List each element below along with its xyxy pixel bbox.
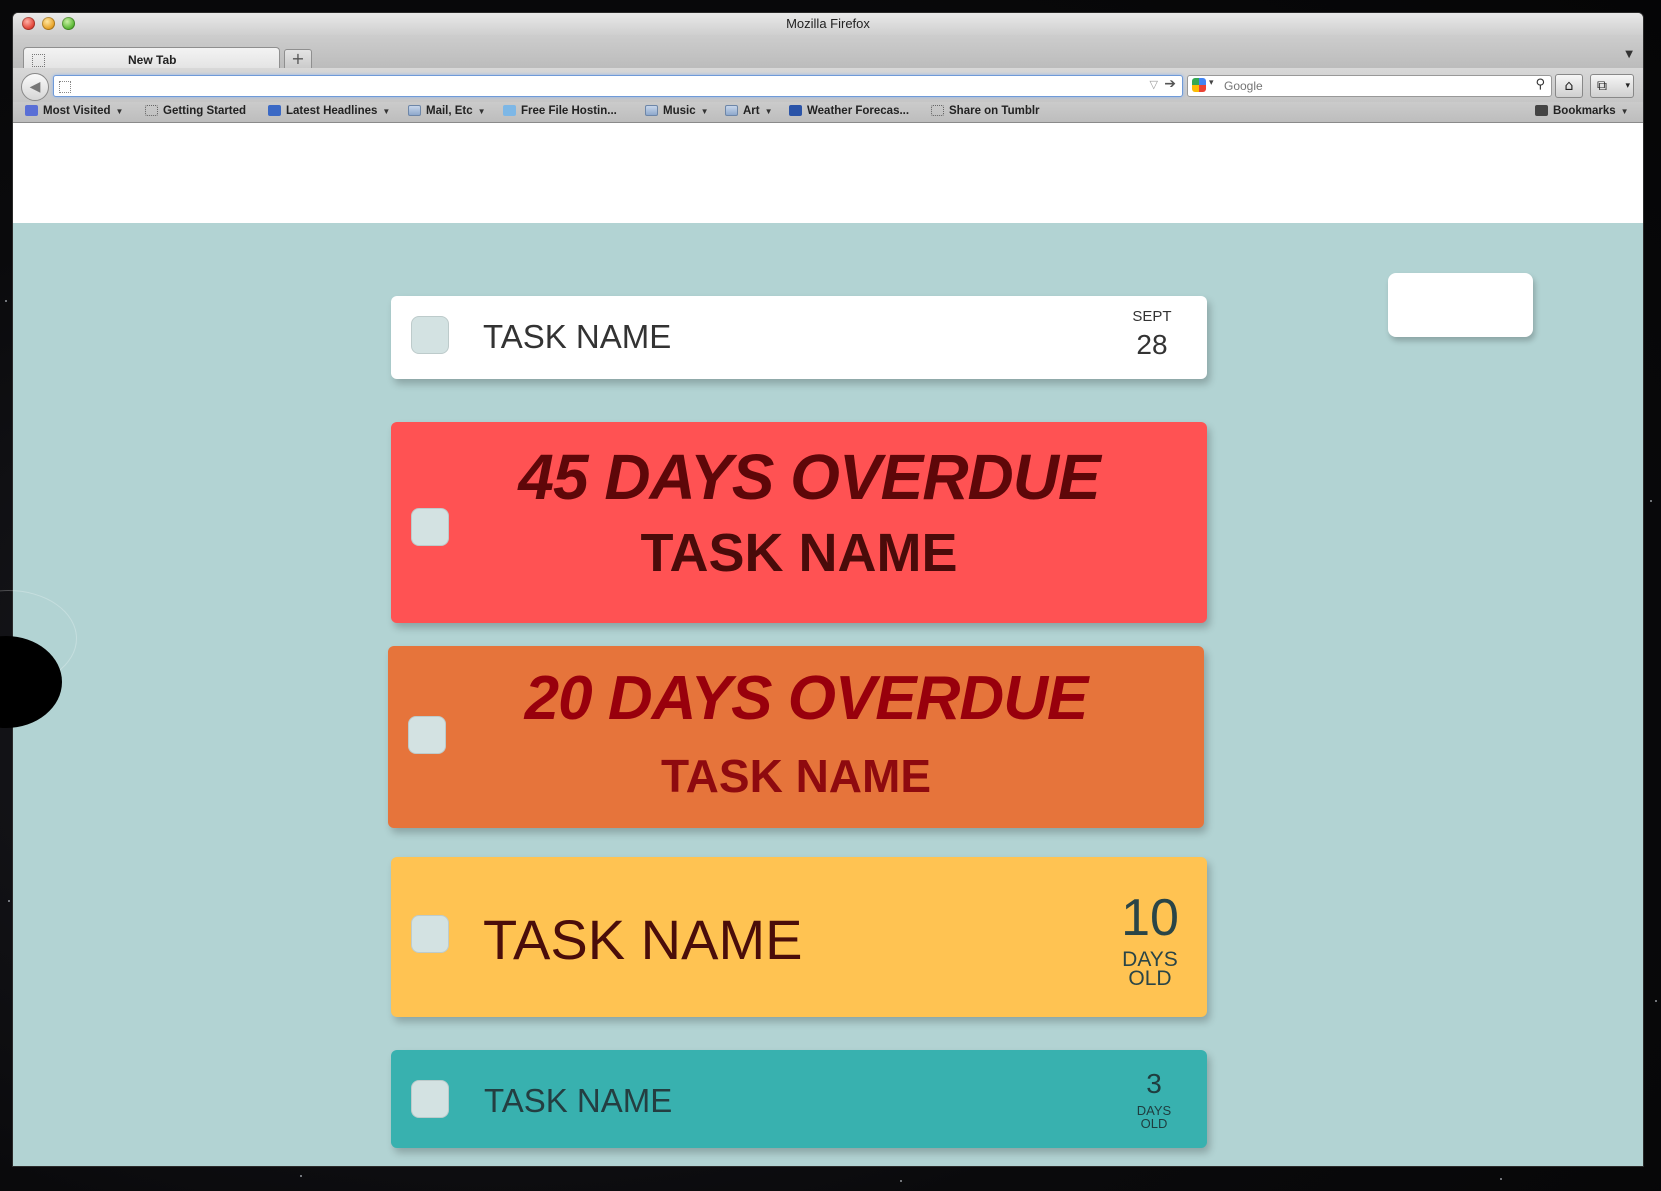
due-month: SEPT	[1132, 308, 1172, 325]
chevron-down-icon: ▼	[764, 107, 773, 116]
bookmark-music[interactable]: Music ▼	[645, 105, 709, 117]
bookmark-label: Mail, Etc	[426, 105, 473, 117]
bookmark-weather-forecast[interactable]: Weather Forecas...	[789, 105, 909, 117]
due-day: 28	[1136, 329, 1168, 360]
bookmark-label: Share on Tumblr	[949, 105, 1040, 117]
home-icon: ⌂	[1564, 78, 1574, 94]
bookmark-label: Latest Headlines	[286, 105, 378, 117]
bookmark-getting-started[interactable]: Getting Started	[145, 105, 246, 117]
close-window-icon[interactable]	[22, 17, 35, 30]
title-bar: Mozilla Firefox	[13, 13, 1643, 35]
age-unit-old: OLD	[1128, 967, 1172, 990]
bookmark-label: Weather Forecas...	[807, 105, 910, 117]
chevron-down-icon: ▼	[700, 107, 709, 116]
bookmark-most-visited[interactable]: Most Visited ▼	[25, 105, 123, 117]
minimize-window-icon[interactable]	[42, 17, 55, 30]
page-icon	[145, 105, 158, 116]
most-visited-icon	[25, 105, 38, 116]
site-identity-icon[interactable]	[59, 81, 71, 93]
bookmark-share-on-tumblr[interactable]: Share on Tumblr	[931, 105, 1040, 117]
task-name: TASK NAME	[640, 523, 958, 583]
overdue-label: 45 DAYS OVERDUE	[518, 441, 1100, 513]
chevron-down-icon: ▼	[382, 107, 391, 116]
task-checkbox[interactable]	[411, 915, 449, 953]
task-card-10-days-old[interactable]: TASK NAME 10 DAYS OLD	[391, 857, 1207, 1017]
bookmark-latest-headlines[interactable]: Latest Headlines ▼	[268, 105, 390, 117]
folder-icon	[725, 105, 738, 116]
chevron-down-icon: ▼	[115, 107, 124, 116]
task-name: TASK NAME	[484, 1082, 673, 1119]
browser-window: Mozilla Firefox New Tab + ▼ ◀ ▽ ➔ ▾ ⚲ ⌂ …	[13, 13, 1643, 1166]
folder-icon	[645, 105, 658, 116]
age-unit-old: OLD	[1140, 1116, 1168, 1131]
task-card-overdue-20[interactable]: 20 DAYS OVERDUE TASK NAME	[388, 646, 1204, 828]
blank-page-icon	[32, 54, 45, 67]
home-button[interactable]: ⌂	[1555, 74, 1583, 98]
list-all-tabs-icon[interactable]: ▼	[1625, 49, 1633, 60]
task-card-upcoming[interactable]: TASK NAME SEPT 28	[391, 296, 1207, 379]
puzzle-icon: ⧉	[1597, 78, 1607, 94]
zoom-window-icon[interactable]	[62, 17, 75, 30]
url-bar[interactable]: ▽ ➔	[53, 75, 1183, 97]
bookmarks-menu-label: Bookmarks	[1553, 105, 1616, 117]
task-name: TASK NAME	[483, 908, 803, 971]
add-task-button[interactable]	[1388, 273, 1533, 337]
task-name: TASK NAME	[660, 750, 932, 802]
google-icon[interactable]	[1192, 78, 1206, 92]
task-card-overdue-45[interactable]: 45 DAYS OVERDUE TASK NAME	[391, 422, 1207, 623]
search-input[interactable]	[1224, 78, 1524, 94]
go-arrow-icon[interactable]: ➔	[1164, 76, 1176, 92]
task-name: TASK NAME	[483, 318, 672, 355]
task-list-page: TASK NAME SEPT 28 45 DAYS OVERDUE TASK N…	[13, 223, 1643, 1166]
history-dropdown-icon[interactable]: ▽	[1150, 78, 1158, 91]
task-checkbox[interactable]	[411, 316, 449, 354]
search-icon[interactable]: ⚲	[1535, 77, 1545, 92]
bookmark-label: Free File Hostin...	[521, 105, 617, 117]
task-checkbox[interactable]	[411, 1080, 449, 1118]
chevron-down-icon: ▼	[1620, 107, 1629, 116]
back-arrow-icon: ◀	[29, 79, 41, 95]
page-icon	[931, 105, 944, 116]
window-title: Mozilla Firefox	[786, 16, 870, 31]
overdue-label: 20 DAYS OVERDUE	[524, 664, 1089, 733]
due-date: SEPT 28	[1122, 308, 1182, 361]
chevron-down-icon[interactable]: ▾	[1625, 75, 1630, 97]
bookmarks-toolbar: Most Visited ▼ Getting Started Latest Hea…	[13, 102, 1643, 123]
task-age: 3 DAYS OLD	[1129, 1068, 1179, 1131]
bookmark-label: Most Visited	[43, 105, 111, 117]
navigation-toolbar: ◀ ▽ ➔ ▾ ⚲ ⌂ ⧉▾	[13, 68, 1643, 102]
bookmark-label: Getting Started	[163, 105, 247, 117]
url-input[interactable]	[74, 78, 1124, 94]
bookmarks-menu[interactable]: Bookmarks ▼	[1535, 105, 1629, 117]
weather-icon	[789, 105, 802, 116]
bookmark-label: Art	[743, 105, 760, 117]
bookmarks-star-icon	[1535, 105, 1548, 116]
search-bar[interactable]: ▾ ⚲	[1187, 75, 1552, 97]
fish-icon	[503, 105, 516, 116]
age-number: 3	[1146, 1068, 1162, 1099]
bookmark-free-file-hosting[interactable]: Free File Hostin...	[503, 105, 617, 117]
rss-icon	[268, 105, 281, 116]
chevron-down-icon: ▼	[477, 107, 486, 116]
task-age: 10 DAYS OLD	[1115, 889, 1185, 990]
task-card-3-days-old[interactable]: TASK NAME 3 DAYS OLD	[391, 1050, 1207, 1148]
bookmark-art[interactable]: Art ▼	[725, 105, 773, 117]
folder-icon	[408, 105, 421, 116]
bookmark-mail-etc[interactable]: Mail, Etc ▼	[408, 105, 486, 117]
engine-dropdown-icon[interactable]: ▾	[1209, 78, 1214, 88]
page-header	[13, 123, 1643, 223]
bookmark-label: Music	[663, 105, 696, 117]
age-number: 10	[1121, 889, 1179, 947]
addon-button[interactable]: ⧉ ▾	[1590, 74, 1634, 98]
back-button[interactable]: ◀	[21, 73, 49, 101]
